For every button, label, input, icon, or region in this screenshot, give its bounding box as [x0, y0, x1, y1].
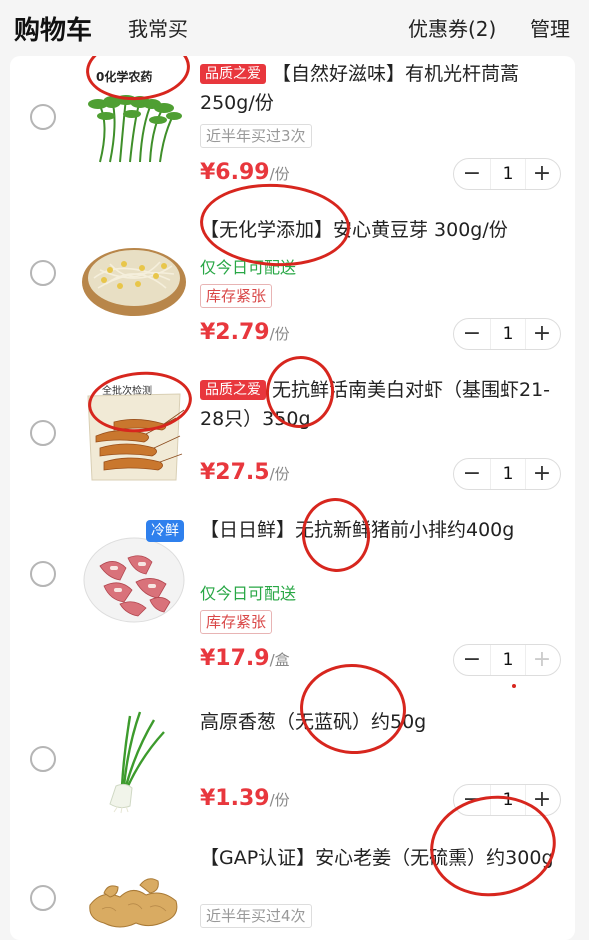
page-title: 购物车 — [14, 16, 93, 46]
item-select-radio[interactable] — [30, 260, 56, 286]
quantity-stepper: − 1 + — [453, 158, 561, 190]
item-select-radio[interactable] — [30, 885, 56, 911]
price-unit: /份 — [269, 165, 290, 183]
price-unit: /份 — [269, 465, 290, 483]
product-price: ¥6.99/份 — [200, 160, 290, 185]
decrease-button[interactable]: − — [454, 645, 490, 675]
quantity-value[interactable]: 1 — [490, 319, 526, 349]
product-image[interactable] — [80, 218, 188, 326]
increase-button[interactable]: + — [524, 319, 560, 349]
quality-tag: 品质之爱 — [200, 64, 266, 84]
product-price: ¥17.9/盒 — [200, 646, 290, 671]
manage-button[interactable]: 管理 — [530, 13, 570, 42]
cart-list: 0化学农药 品质之爱 【自然好滋味】有机光杆茼蒿250g/份 近半年买过3次 ¥6… — [10, 56, 575, 940]
cold-chain-badge: 冷鲜 — [146, 520, 184, 542]
price-unit: /份 — [269, 791, 290, 809]
price-value: ¥2.79 — [200, 320, 270, 345]
price-value: ¥27.5 — [200, 460, 270, 485]
delivery-note: 仅今日可配送 — [200, 584, 297, 603]
product-price: ¥2.79/份 — [200, 320, 290, 345]
product-name[interactable]: 【日日鲜】无抗新鲜猪前小排约400g — [200, 516, 560, 545]
frequent-buys-tab[interactable]: 我常买 — [128, 13, 188, 42]
item-select-radio[interactable] — [30, 104, 56, 130]
cart-item: 冷鲜 【日日鲜】无抗新鲜猪前小排约400g 仅今日可配送 库存紧张 ¥17.9/… — [10, 506, 575, 696]
decrease-button[interactable]: − — [454, 459, 490, 489]
item-select-radio[interactable] — [30, 746, 56, 772]
product-price: ¥1.39/份 — [200, 786, 290, 811]
quality-tag: 品质之爱 — [200, 380, 266, 400]
annotation-dot — [512, 684, 516, 688]
price-value: ¥17.9 — [200, 646, 270, 671]
price-unit: /盒 — [269, 651, 290, 669]
product-image[interactable] — [80, 706, 188, 814]
purchase-history-tag: 近半年买过4次 — [200, 904, 312, 928]
item-select-radio[interactable] — [30, 420, 56, 446]
product-image[interactable] — [80, 845, 188, 940]
product-name[interactable]: 品质之爱 【自然好滋味】有机光杆茼蒿250g/份 — [200, 60, 560, 118]
increase-button[interactable]: + — [524, 645, 560, 675]
quantity-value[interactable]: 1 — [490, 459, 526, 489]
product-price: ¥27.5/份 — [200, 460, 290, 485]
cart-header: 购物车 我常买 优惠券(2) 管理 — [0, 0, 589, 56]
quantity-value[interactable]: 1 — [490, 645, 526, 675]
price-value: ¥6.99 — [200, 160, 270, 185]
price-value: ¥1.39 — [200, 786, 270, 811]
decrease-button[interactable]: − — [454, 159, 490, 189]
quantity-value[interactable]: 1 — [490, 159, 526, 189]
product-name[interactable]: 品质之爱 无抗鲜活南美白对虾（基围虾21-28只）350g — [200, 376, 560, 434]
increase-button[interactable]: + — [524, 459, 560, 489]
stock-tag: 库存紧张 — [200, 610, 273, 634]
item-select-radio[interactable] — [30, 561, 56, 587]
increase-button[interactable]: + — [524, 159, 560, 189]
quantity-stepper: − 1 + — [453, 644, 561, 676]
price-unit: /份 — [269, 325, 290, 343]
decrease-button[interactable]: − — [454, 319, 490, 349]
quantity-stepper: − 1 + — [453, 458, 561, 490]
quantity-stepper: − 1 + — [453, 318, 561, 350]
purchase-history-tag: 近半年买过3次 — [200, 124, 312, 148]
coupon-button[interactable]: 优惠券(2) — [408, 13, 496, 42]
stock-tag: 库存紧张 — [200, 284, 273, 308]
